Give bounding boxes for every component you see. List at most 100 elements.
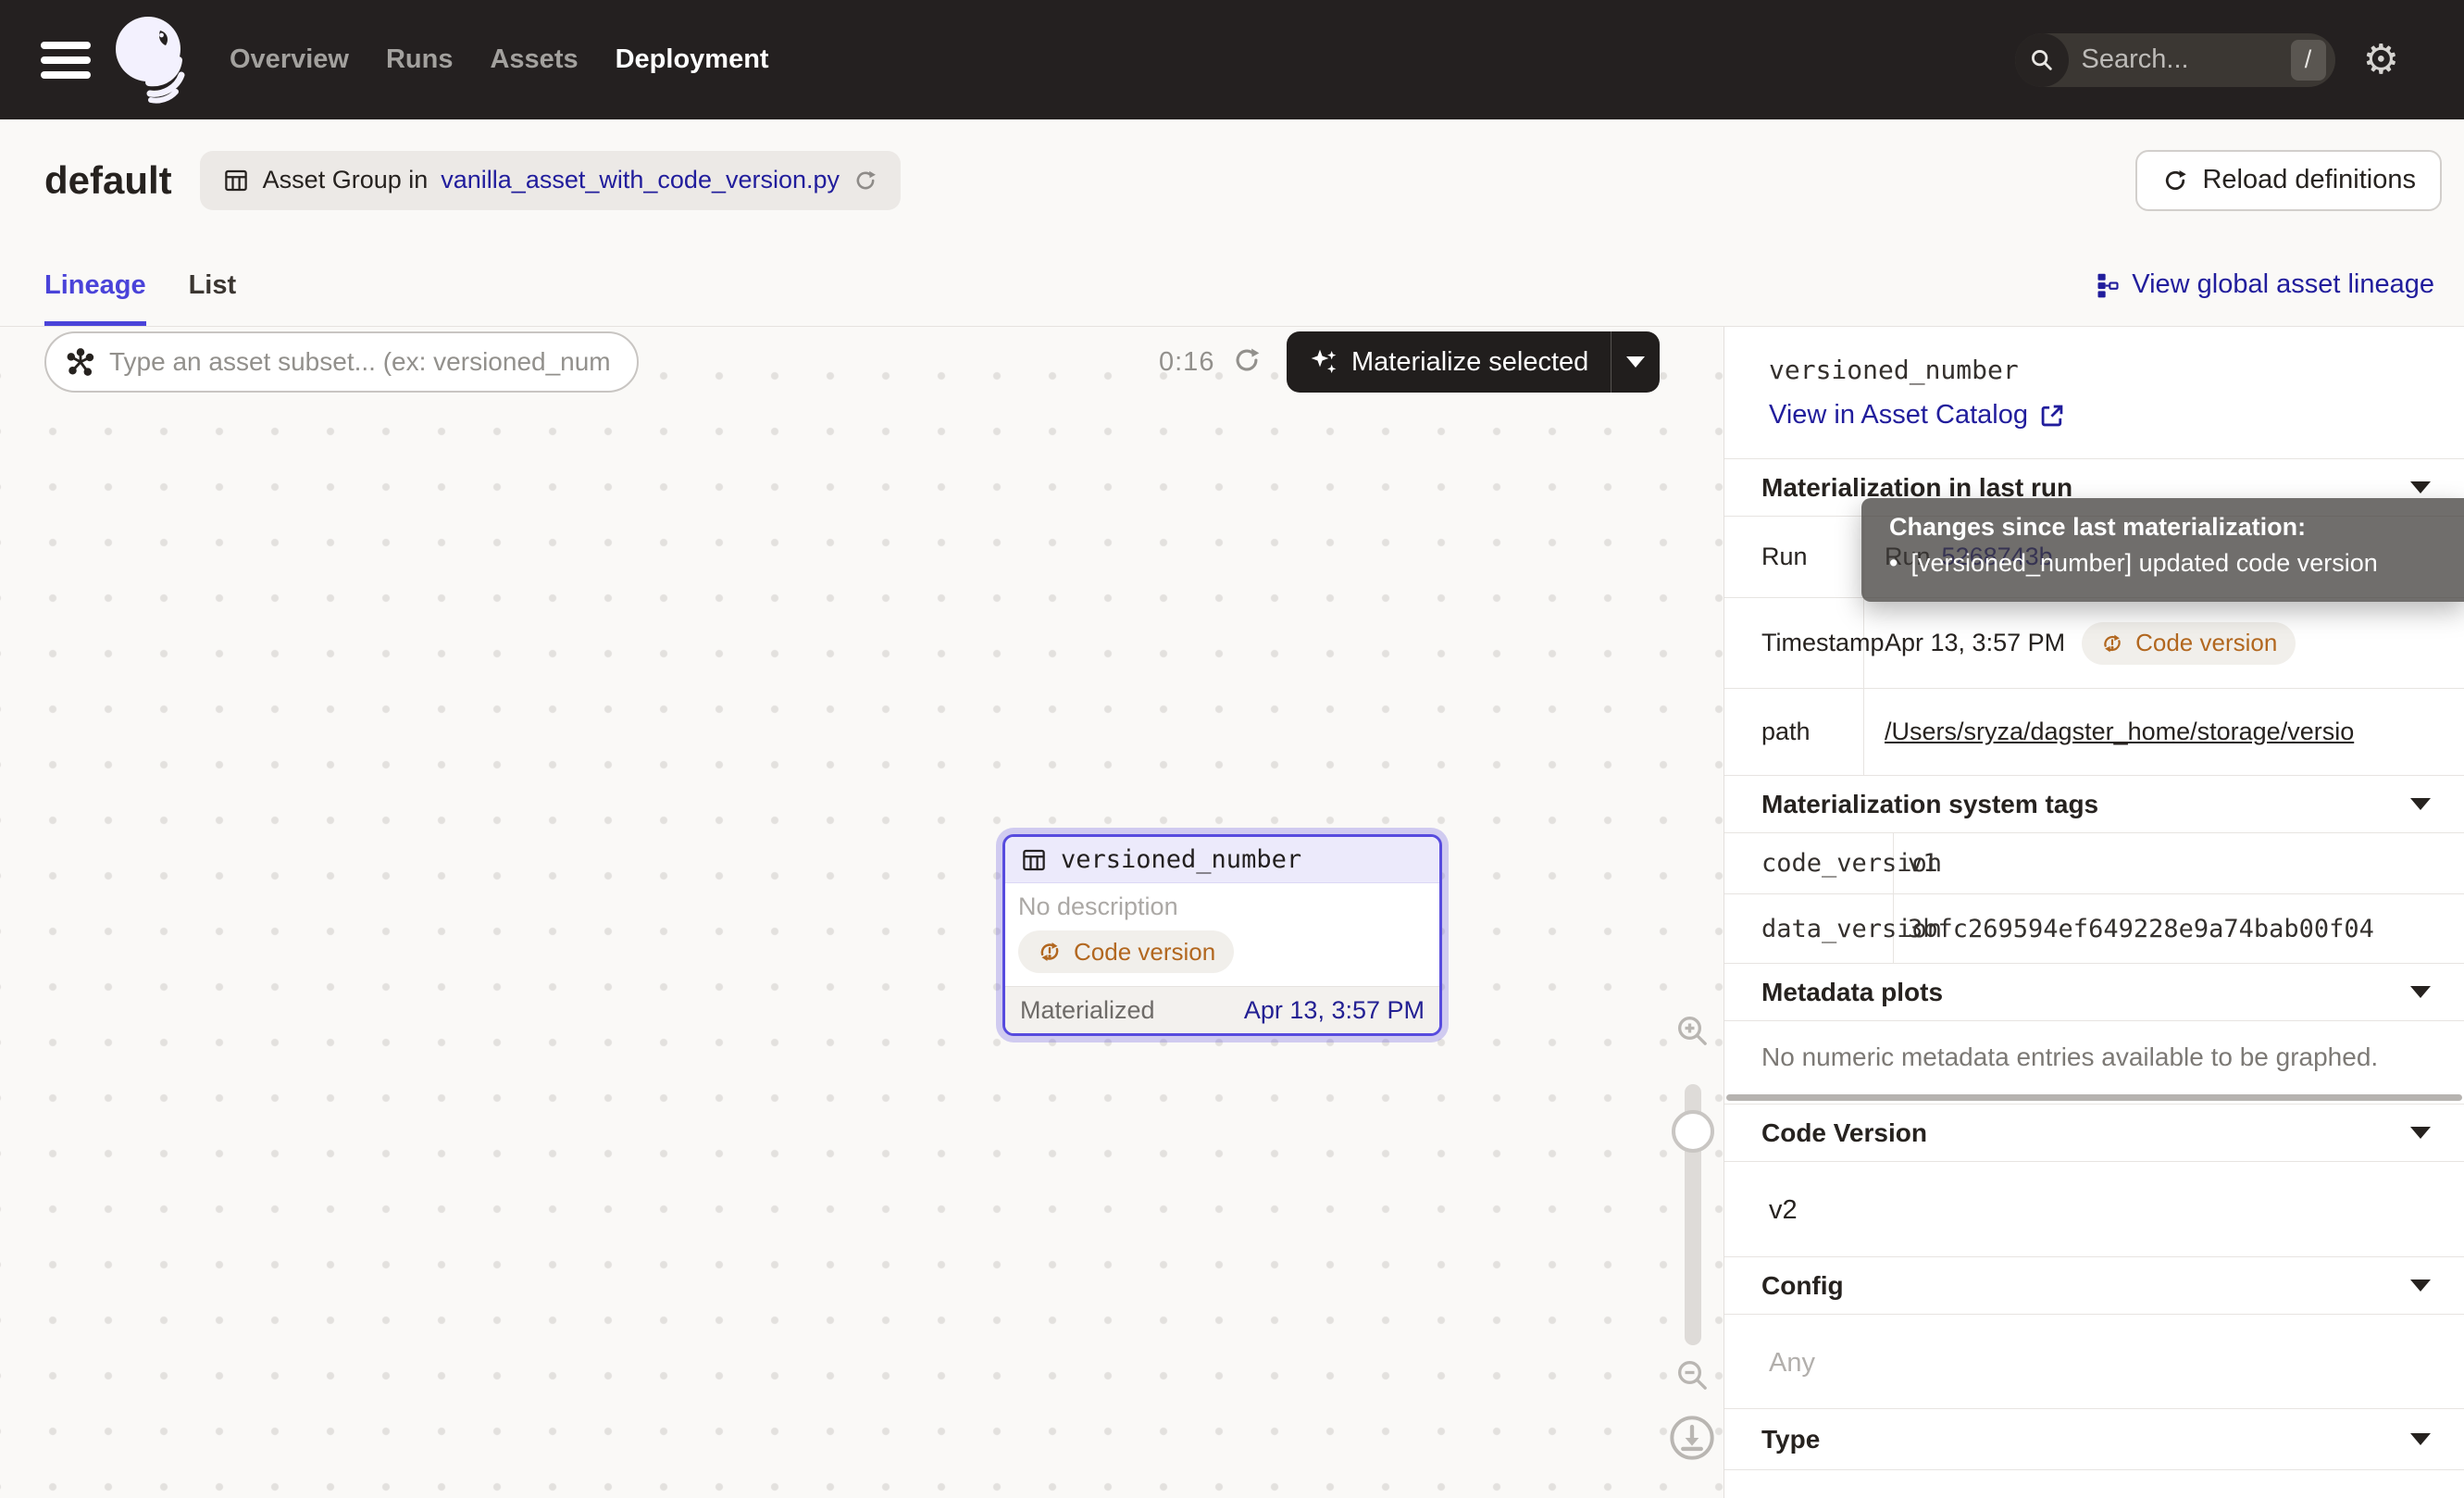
main-content: 0:16 Materialize selected [0,327,2464,1498]
group-pill-prefix: Asset Group in [263,166,429,194]
chevron-down-icon[interactable] [2410,798,2431,810]
changes-tooltip: Changes since last materialization: • [v… [1861,498,2464,602]
chevron-down-icon[interactable] [2410,1433,2431,1445]
materialize-main[interactable]: Materialize selected [1287,331,1611,393]
table-grid-icon [1020,846,1048,874]
table-grid-icon [222,167,250,194]
tab-lineage[interactable]: Lineage [44,270,146,326]
section-code-version[interactable]: Code Version [1724,1104,2464,1161]
code-version-badge-label: Code version [2135,629,2277,657]
page-title: default [44,158,172,203]
materialize-selected-button[interactable]: Materialize selected [1287,331,1660,393]
row-path-label: path [1724,689,1864,775]
settings-gear-icon[interactable]: ⚙ [2363,40,2399,81]
asset-graph-icon [65,346,96,378]
materialized-time[interactable]: Apr 13, 3:57 PM [1244,996,1425,1025]
zoom-out-button[interactable] [1674,1356,1711,1393]
sidebar-top: versioned_number View in Asset Catalog [1724,327,2464,458]
refresh-icon [2161,167,2189,194]
reload-definitions-label: Reload definitions [2202,165,2416,195]
sidebar-asset-title: versioned_number [1769,355,2464,385]
tabs-row: Lineage List View global asset lineage [0,217,2464,327]
row-timestamp-value: Apr 13, 3:57 PM Code version [1864,598,2464,688]
timestamp-value: Apr 13, 3:57 PM [1885,629,2065,657]
menu-icon[interactable] [41,42,91,79]
row-data-version-tag: data_version 3bfc269594ef649228e9a74bab0… [1724,893,2464,963]
view-global-asset-lineage-link[interactable]: View global asset lineage [2095,269,2434,326]
code-version-badge-label: Code version [1074,938,1215,967]
section-system-tags[interactable]: Materialization system tags [1724,775,2464,832]
metadata-plots-empty-message: No numeric metadata entries available to… [1724,1020,2464,1092]
tooltip-bullet: • [1889,549,1898,578]
dagster-logo[interactable] [111,12,191,108]
tabs: Lineage List [44,270,236,326]
nav-item-runs[interactable]: Runs [386,44,454,75]
view-in-asset-catalog-label: View in Asset Catalog [1769,400,2028,431]
chevron-down-icon[interactable] [2410,481,2431,493]
nav-item-deployment[interactable]: Deployment [616,44,769,75]
row-timestamp: Timestamp Apr 13, 3:57 PM Code version [1724,597,2464,688]
section-header-label: Config [1761,1271,1844,1301]
section-header-label: Code Version [1761,1118,1927,1148]
section-metadata-plots[interactable]: Metadata plots [1724,963,2464,1020]
tab-list[interactable]: List [189,270,237,326]
asset-graph-canvas[interactable]: 0:16 Materialize selected [0,327,1724,1498]
materialize-dropdown-caret[interactable] [1612,331,1660,393]
asset-detail-sidebar: versioned_number View in Asset Catalog M… [1724,327,2464,1498]
asset-group-pill: Asset Group in vanilla_asset_with_code_v… [200,151,901,210]
asset-subset-input[interactable] [109,347,618,377]
config-value: Any [1724,1314,2464,1408]
asset-node-title: versioned_number [1061,845,1301,874]
materialized-status-label: Materialized [1020,996,1155,1025]
lineage-graph-icon [2095,272,2121,298]
tag-value: 3bfc269594ef649228e9a74bab00f04 [1894,894,2464,963]
page-header: default Asset Group in vanilla_asset_wit… [0,119,2464,217]
cycle-alert-icon [2100,631,2124,655]
nav-item-overview[interactable]: Overview [230,44,349,75]
group-file-link[interactable]: vanilla_asset_with_code_version.py [441,166,840,194]
asset-node-body: No description Code version [1005,883,1439,986]
row-code-version-tag: code_version v1 [1724,832,2464,893]
chevron-down-icon[interactable] [2410,1127,2431,1139]
section-header-label: Type [1761,1425,1820,1454]
asset-node-description: No description [1018,893,1426,921]
reload-definitions-button[interactable]: Reload definitions [2135,150,2442,211]
asset-subset-filter[interactable] [44,331,639,393]
asset-node[interactable]: versioned_number No description Code ver… [1002,834,1442,1036]
refresh-button[interactable] [1231,344,1263,376]
scrollbar-thumb[interactable] [1726,1094,2462,1101]
top-nav: Overview Runs Assets Deployment / ⚙ [0,0,2464,119]
sparkle-icon [1309,347,1338,377]
search-icon [2015,33,2069,87]
search-input[interactable] [2069,44,2291,75]
asset-node-footer: Materialized Apr 13, 3:57 PM [1005,986,1439,1033]
download-image-button[interactable] [1668,1414,1716,1462]
section-header-label: Materialization system tags [1761,790,2098,819]
code-version-badge[interactable]: Code version [1018,930,1234,973]
page-header-left: default Asset Group in vanilla_asset_wit… [44,151,901,210]
row-path: path /Users/sryza/dagster_home/storage/v… [1724,688,2464,775]
chevron-down-icon[interactable] [2410,986,2431,998]
chevron-down-icon[interactable] [2410,1280,2431,1292]
path-link[interactable]: /Users/sryza/dagster_home/storage/versio [1885,718,2354,746]
tooltip-title: Changes since last materialization: [1889,513,2464,542]
materialize-selected-label: Materialize selected [1351,347,1588,378]
view-global-asset-lineage-label: View global asset lineage [2132,269,2434,300]
row-path-value: /Users/sryza/dagster_home/storage/versio [1864,689,2464,775]
app-root: Overview Runs Assets Deployment / ⚙ defa… [0,0,2464,1498]
section-config[interactable]: Config [1724,1256,2464,1314]
tooltip-item: [versioned_number] updated code version [1910,549,2377,578]
search-box[interactable]: / [2015,33,2335,87]
code-version-value: v2 [1724,1161,2464,1256]
code-version-badge[interactable]: Code version [2082,622,2296,665]
zoom-slider-handle[interactable] [1672,1110,1714,1153]
nav-item-assets[interactable]: Assets [490,44,578,75]
sidebar-horizontal-scrollbar[interactable] [1724,1092,2464,1104]
main-nav: Overview Runs Assets Deployment [230,44,769,75]
view-in-asset-catalog-link[interactable]: View in Asset Catalog [1769,400,2464,431]
asset-node-header: versioned_number [1005,837,1439,883]
section-type[interactable]: Type [1724,1408,2464,1470]
zoom-in-button[interactable] [1674,1012,1711,1049]
refresh-icon[interactable] [852,168,878,193]
section-header-label: Metadata plots [1761,978,1943,1007]
